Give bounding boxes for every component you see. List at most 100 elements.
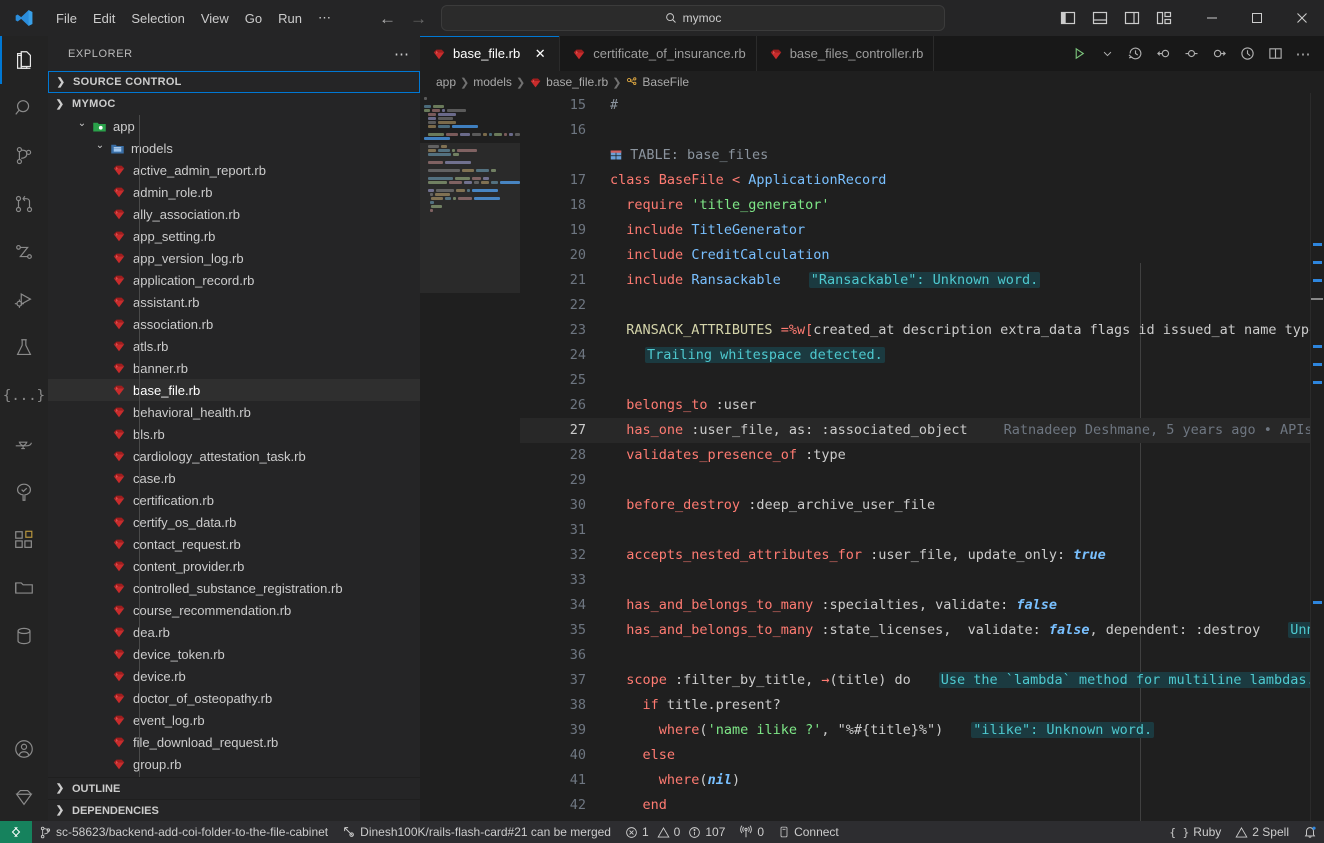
split-editor-icon[interactable] [1262, 41, 1288, 67]
code-line[interactable]: 21 include Ransackable "Ransackable": Unk… [520, 268, 1324, 293]
activitybar-item-testing[interactable] [0, 324, 48, 372]
code-line[interactable]: 15 # [520, 93, 1324, 118]
ellipsis-icon[interactable]: ⋯ [394, 45, 410, 63]
code-line[interactable]: 33 [520, 568, 1324, 593]
status-language-mode[interactable]: { } Ruby [1162, 821, 1228, 843]
breadcrumb-item-base-file-rb[interactable]: base_file.rb [529, 75, 608, 89]
code-line[interactable]: 35 has_and_belongs_to_many :state_licens… [520, 618, 1324, 643]
menu-file[interactable]: File [48, 8, 85, 29]
code-line[interactable]: 19 include TitleGenerator [520, 218, 1324, 243]
code-line[interactable]: 42 end [520, 793, 1324, 818]
layout-sidebar-right-icon[interactable] [1119, 5, 1145, 31]
code-line[interactable]: 23 RANSACK_ATTRIBUTES =%w[created_at des… [520, 318, 1324, 343]
menu-go[interactable]: Go [237, 8, 270, 29]
menu-edit[interactable]: Edit [85, 8, 123, 29]
clock-circle-icon[interactable] [1234, 41, 1260, 67]
tree-file-row[interactable]: app_version_log.rb [48, 247, 420, 269]
activitybar-item-graph[interactable] [0, 228, 48, 276]
arrow-right-icon[interactable]: → [410, 10, 427, 27]
tree-file-row[interactable]: association.rb [48, 313, 420, 335]
tree-file-row[interactable]: device.rb [48, 665, 420, 687]
tree-folder-row[interactable]: ⌄ models [48, 137, 420, 159]
status-connect[interactable]: Connect [771, 821, 846, 843]
layout-panel-icon[interactable] [1087, 5, 1113, 31]
sidebar-section-dependencies[interactable]: ❯ DEPENDENCIES [48, 799, 420, 821]
tree-file-row[interactable]: case.rb [48, 467, 420, 489]
tree-file-row[interactable]: active_admin_report.rb [48, 159, 420, 181]
code-line[interactable]: 29 [520, 468, 1324, 493]
activitybar-item-run-and-debug[interactable] [0, 276, 48, 324]
activitybar-item-json-tools[interactable]: {...} [0, 372, 48, 420]
code-line[interactable]: 27 has_one :user_file, as: :associated_o… [520, 418, 1324, 443]
breadcrumb-item-app[interactable]: app [436, 75, 456, 89]
code-lines[interactable]: 15 #16 TABLE: base_files 17 class BaseFile … [520, 93, 1324, 818]
chevron-down-icon[interactable]: ⌄ [92, 140, 108, 151]
tree-file-row[interactable]: atls.rb [48, 335, 420, 357]
activitybar-item-explorer[interactable] [0, 36, 48, 84]
tree-file-row[interactable]: device_token.rb [48, 643, 420, 665]
tree-file-row[interactable]: application_record.rb [48, 269, 420, 291]
code-line[interactable]: 39 where('name ilike ?', "%#{title}%") "i… [520, 718, 1324, 743]
tree-file-row[interactable]: certification.rb [48, 489, 420, 511]
activitybar-item-search[interactable] [0, 84, 48, 132]
layout-sidebar-left-icon[interactable] [1055, 5, 1081, 31]
tab-base-file-rb[interactable]: base_file.rb ✕ [420, 36, 561, 71]
code-line[interactable]: 25 [520, 368, 1324, 393]
arrow-circle-right-icon[interactable] [1206, 41, 1232, 67]
tab-close-icon[interactable]: ✕ [531, 45, 549, 63]
tree-file-row[interactable]: certify_os_data.rb [48, 511, 420, 533]
breadcrumb-item-basefile-class[interactable]: BaseFile [625, 75, 689, 89]
sidebar-section-source-control[interactable]: ❯ SOURCE CONTROL [48, 71, 420, 93]
code-line[interactable]: 32 accepts_nested_attributes_for :user_f… [520, 543, 1324, 568]
status-notifications[interactable] [1296, 821, 1324, 843]
menu-view[interactable]: View [193, 8, 237, 29]
menu-selection[interactable]: Selection [123, 8, 192, 29]
status-radio-tower[interactable]: 0 [732, 821, 771, 843]
activitybar-item-remote-explorer[interactable] [0, 564, 48, 612]
code-line[interactable]: 31 [520, 518, 1324, 543]
tree-file-row[interactable]: content_provider.rb [48, 555, 420, 577]
layout-customize-icon[interactable] [1151, 5, 1177, 31]
code-line[interactable]: TABLE: base_files [520, 143, 1324, 168]
arrow-left-icon[interactable]: ← [379, 10, 396, 27]
minimap[interactable] [420, 93, 520, 821]
status-problems[interactable]: 1 0 107 [618, 821, 732, 843]
code-line[interactable]: 34 has_and_belongs_to_many :specialties,… [520, 593, 1324, 618]
command-center[interactable]: mymoc [441, 5, 945, 31]
tree-file-row[interactable]: group.rb [48, 753, 420, 775]
activitybar-item-genie[interactable] [0, 420, 48, 468]
tree-file-row[interactable]: banner.rb [48, 357, 420, 379]
code-line[interactable]: 28 validates_presence_of :type [520, 443, 1324, 468]
code-line[interactable]: 38 if title.present? [520, 693, 1324, 718]
code-editor[interactable]: 15 #16 TABLE: base_files 17 class BaseFile … [520, 93, 1324, 821]
tree-file-row[interactable]: doctor_of_osteopathy.rb [48, 687, 420, 709]
status-branch[interactable]: sc-58623/backend-add-coi-folder-to-the-f… [32, 821, 335, 843]
activitybar-item-accounts[interactable] [0, 725, 48, 773]
tree-file-row[interactable]: controlled_substance_registration.rb [48, 577, 420, 599]
tree-file-row[interactable]: base_file.rb [48, 379, 420, 401]
menu-more[interactable]: ⋯ [310, 7, 339, 29]
status-spell-check[interactable]: 2 Spell [1228, 821, 1296, 843]
code-line[interactable]: 24 Trailing whitespace detected. [520, 343, 1324, 368]
code-line[interactable]: 17 class BaseFile < ApplicationRecord [520, 168, 1324, 193]
activitybar-item-ruby-tools[interactable] [0, 773, 48, 821]
tree-file-row[interactable]: bls.rb [48, 423, 420, 445]
file-tree[interactable]: ⌄ app ⌄ models active_admin_report.rb admin_r… [48, 115, 420, 777]
code-line[interactable]: 20 include CreditCalculation [520, 243, 1324, 268]
tree-file-row[interactable]: ally_association.rb [48, 203, 420, 225]
sidebar-section-outline[interactable]: ❯ OUTLINE [48, 777, 420, 799]
arrow-circle-left-icon[interactable] [1150, 41, 1176, 67]
close-button[interactable] [1279, 0, 1324, 36]
tree-file-row[interactable]: contact_request.rb [48, 533, 420, 555]
tree-file-row[interactable]: admin_role.rb [48, 181, 420, 203]
breadcrumb-item-models[interactable]: models [473, 75, 512, 89]
status-pull-request[interactable]: Dinesh100K/rails-flash-card#21 can be me… [335, 821, 618, 843]
code-line[interactable]: 37 scope :filter_by_title, →(title) do Us… [520, 668, 1324, 693]
code-line[interactable]: 22 [520, 293, 1324, 318]
chevron-down-icon[interactable] [1094, 41, 1120, 67]
activitybar-item-code-health[interactable] [0, 468, 48, 516]
tab-base-files-controller-rb[interactable]: base_files_controller.rb [756, 36, 935, 71]
code-line[interactable]: 41 where(nil) [520, 768, 1324, 793]
tree-file-row[interactable]: file_download_request.rb [48, 731, 420, 753]
code-line[interactable]: 30 before_destroy :deep_archive_user_fil… [520, 493, 1324, 518]
